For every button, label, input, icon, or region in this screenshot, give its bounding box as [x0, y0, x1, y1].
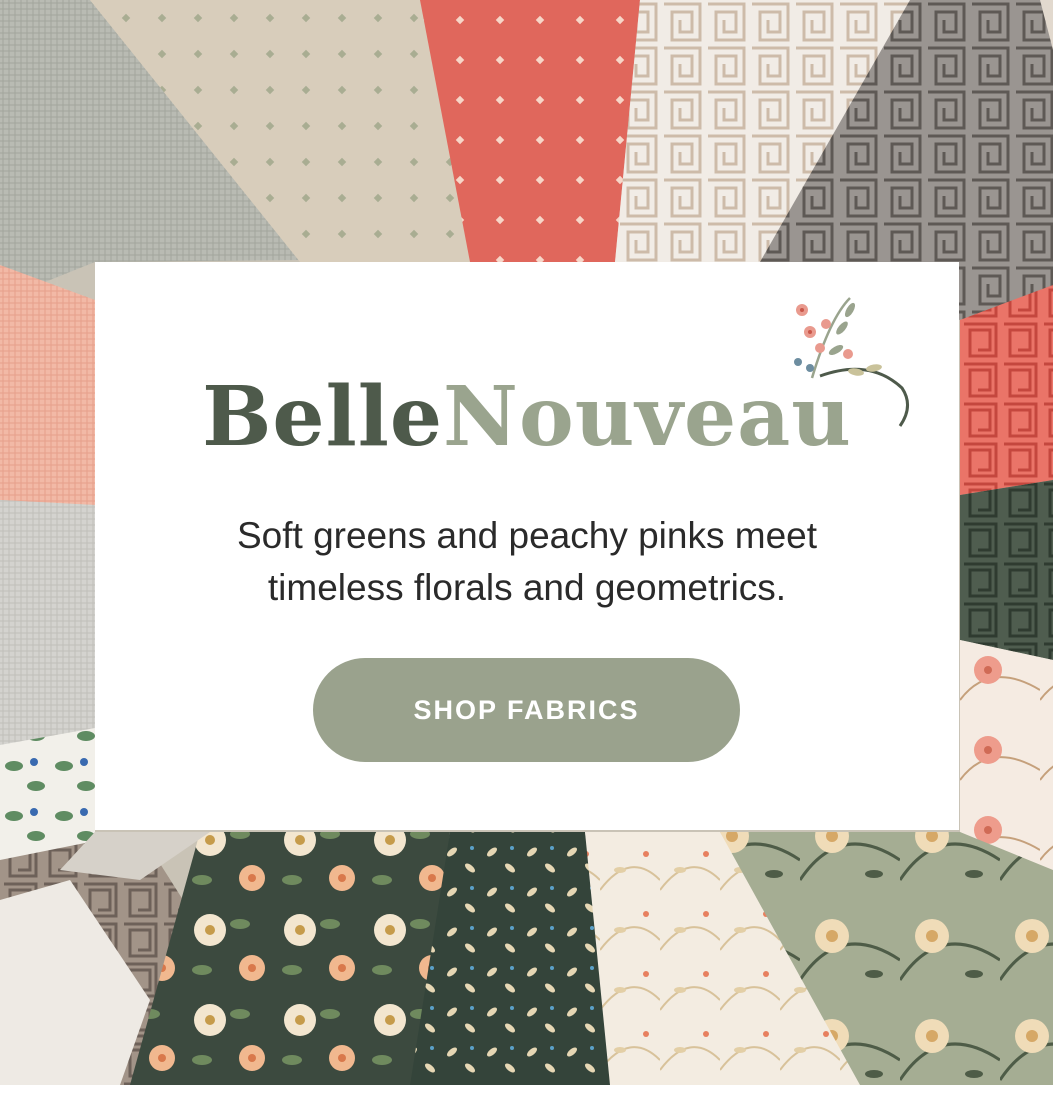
tagline-line-1: Soft greens and peachy pinks meet — [236, 515, 818, 556]
promo-panel: BelleNouveau Soft greens and peachy pink… — [95, 262, 959, 830]
logo-part-nouveau: Nouveau — [443, 369, 852, 465]
tagline: Soft greens and peachy pinks meet timele… — [135, 510, 919, 614]
logo-part-belle: Belle — [202, 369, 444, 465]
brand-logo: BelleNouveau — [147, 362, 907, 472]
logo-wordmark: BelleNouveau — [202, 369, 852, 465]
tagline-line-2: timeless florals and geometrics. — [267, 567, 787, 608]
shop-fabrics-button[interactable]: SHOP FABRICS — [313, 658, 740, 762]
footer-strip — [0, 1085, 1053, 1112]
